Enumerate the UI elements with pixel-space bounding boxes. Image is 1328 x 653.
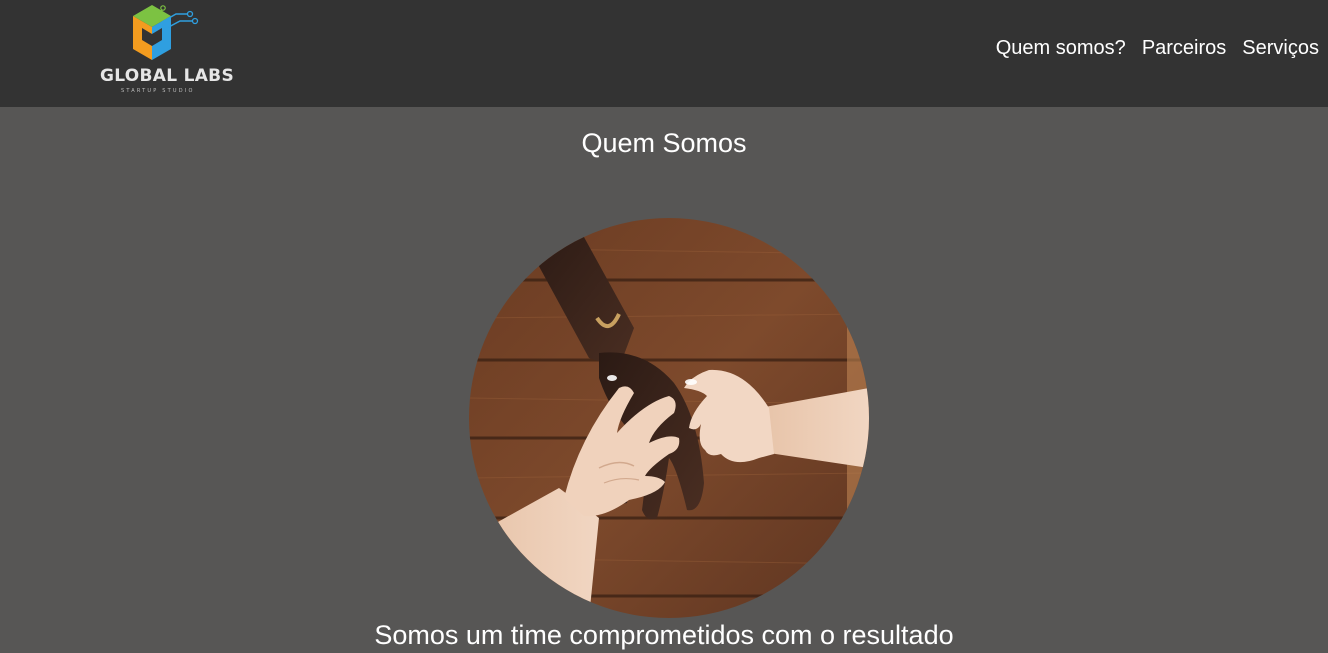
site-header: GLOBAL LABS STARTUP STUDIO Quem somos? P… xyxy=(0,0,1328,107)
section-title: Quem Somos xyxy=(581,128,747,158)
global-labs-logo[interactable]: GLOBAL LABS STARTUP STUDIO xyxy=(96,2,234,98)
logo-tagline: STARTUP STUDIO xyxy=(121,88,195,94)
main-nav: Quem somos? Parceiros Serviços xyxy=(996,36,1319,60)
cube-logo-icon xyxy=(133,5,199,60)
team-hands-photo xyxy=(469,218,869,618)
nav-link-parceiros[interactable]: Parceiros xyxy=(1142,36,1226,60)
nav-link-servicos[interactable]: Serviços xyxy=(1242,36,1319,60)
nav-link-quem-somos[interactable]: Quem somos? xyxy=(996,36,1126,60)
logo-wordmark: GLOBAL LABS xyxy=(100,66,234,86)
